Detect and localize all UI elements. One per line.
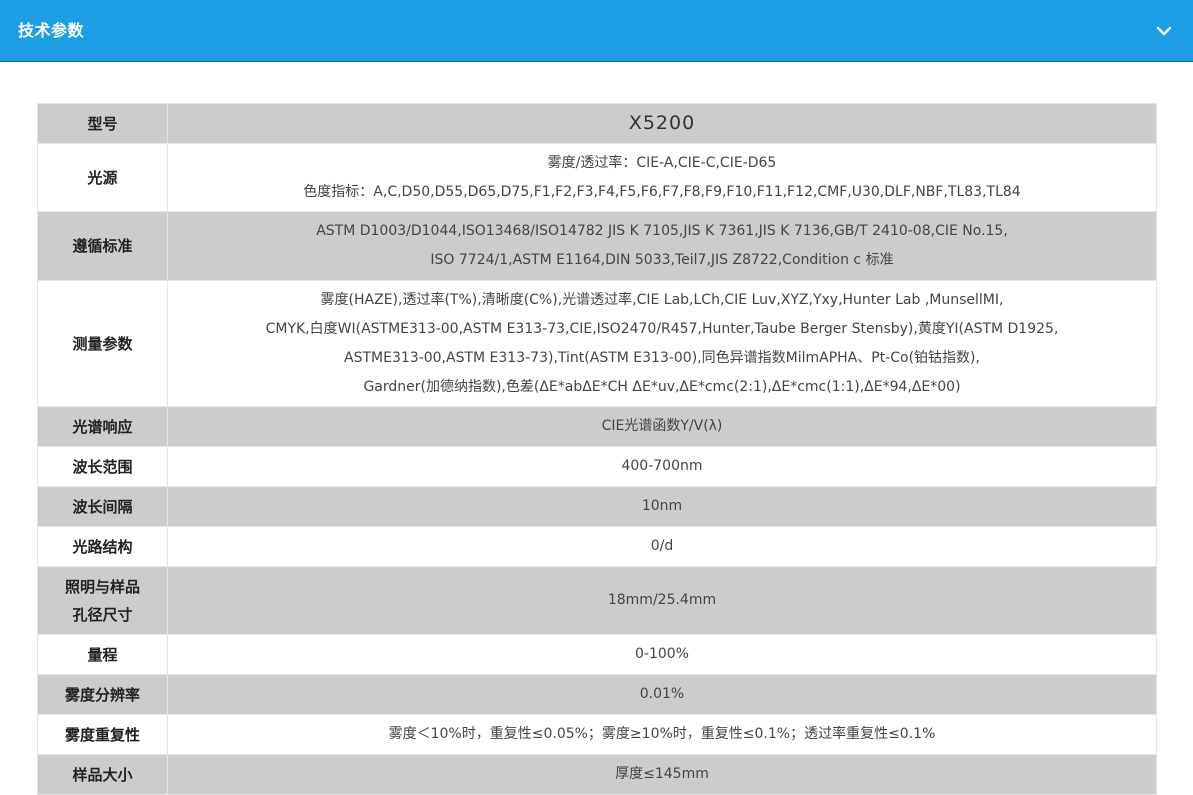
- row-value-optical-geometry: 0/d: [167, 526, 1157, 567]
- value-line: ISO 7724/1,ASTM E1164,DIN 5033,Teil7,JIS…: [430, 252, 894, 268]
- chevron-down-icon[interactable]: [1155, 22, 1173, 40]
- table-row: 遵循标准 ASTM D1003/D1044,ISO13468/ISO14782 …: [37, 211, 1157, 281]
- table-row: 波长范围 400-700nm: [37, 446, 1157, 487]
- row-label-light-source: 光源: [37, 143, 168, 212]
- row-value-wavelength-interval: 10nm: [167, 486, 1157, 527]
- row-value-haze-resolution: 0.01%: [167, 674, 1157, 715]
- row-label-parameters: 测量参数: [37, 280, 168, 407]
- row-value-parameters: 雾度(HAZE),透过率(T%),清晰度(C%),光谱透过率,CIE Lab,L…: [167, 280, 1157, 407]
- table-row: 照明与样品 孔径尺寸 18mm/25.4mm: [37, 566, 1157, 635]
- table-row: 光谱响应 CIE光谱函数Y/V(λ): [37, 406, 1157, 447]
- row-label-wavelength-interval: 波长间隔: [37, 486, 168, 527]
- row-value-light-source: 雾度/透过率：CIE-A,CIE-C,CIE-D65 色度指标：A,C,D50,…: [167, 143, 1157, 212]
- value-line: 雾度(HAZE),透过率(T%),清晰度(C%),光谱透过率,CIE Lab,L…: [320, 291, 1004, 308]
- table-row: 波长间隔 10nm: [37, 486, 1157, 527]
- row-value-standards: ASTM D1003/D1044,ISO13468/ISO14782 JIS K…: [167, 211, 1157, 281]
- value-line: ASTME313-00,ASTM E313-73),Tint(ASTM E313…: [344, 349, 980, 366]
- row-value-aperture: 18mm/25.4mm: [167, 566, 1157, 635]
- value-line: Gardner(加德纳指数),色差(ΔE*abΔE*CH ΔE*uv,ΔE*cm…: [363, 378, 961, 395]
- row-value-haze-repeatability: 雾度＜10%时，重复性≤0.05%；雾度≥10%时，重复性≤0.1%；透过率重复…: [167, 714, 1157, 755]
- row-value-sample-size: 厚度≤145mm: [167, 754, 1157, 795]
- value-line: 雾度＜10%时，重复性≤0.05%；雾度≥10%时，重复性≤0.1%；透过率重复…: [388, 726, 936, 742]
- value-line: 厚度≤145mm: [615, 766, 709, 782]
- value-line: CIE光谱函数Y/V(λ): [601, 418, 723, 434]
- spec-table: 型号 X5200 光源 雾度/透过率：CIE-A,CIE-C,CIE-D65 色…: [37, 103, 1157, 795]
- value-line: X5200: [628, 112, 696, 134]
- value-line: CMYK,白度WI(ASTME313-00,ASTM E313-73,CIE,I…: [265, 320, 1059, 337]
- value-line: 0/d: [650, 538, 674, 554]
- value-line: 18mm/25.4mm: [607, 592, 717, 608]
- table-row: 雾度分辨率 0.01%: [37, 674, 1157, 715]
- row-value-wavelength-range: 400-700nm: [167, 446, 1157, 487]
- row-value-spectral-response: CIE光谱函数Y/V(λ): [167, 406, 1157, 447]
- spec-panel-header[interactable]: 技术参数: [0, 0, 1193, 62]
- label-line: 孔径尺寸: [72, 605, 133, 624]
- row-label-haze-resolution: 雾度分辨率: [37, 674, 168, 715]
- row-label-sample-size: 样品大小: [37, 754, 168, 795]
- table-row: 光路结构 0/d: [37, 526, 1157, 567]
- table-row: 型号 X5200: [37, 103, 1157, 144]
- row-value-model: X5200: [167, 103, 1157, 144]
- row-label-haze-repeatability: 雾度重复性: [37, 714, 168, 755]
- table-row: 光源 雾度/透过率：CIE-A,CIE-C,CIE-D65 色度指标：A,C,D…: [37, 143, 1157, 212]
- value-line: 10nm: [641, 498, 683, 514]
- row-label-range: 量程: [37, 634, 168, 675]
- value-line: 色度指标：A,C,D50,D55,D65,D75,F1,F2,F3,F4,F5,…: [303, 183, 1021, 200]
- value-line: 0-100%: [635, 646, 689, 662]
- value-line: 0.01%: [639, 686, 685, 702]
- row-label-aperture: 照明与样品 孔径尺寸: [37, 566, 168, 635]
- label-line: 照明与样品: [64, 577, 140, 596]
- value-line: 400-700nm: [621, 458, 703, 474]
- value-line: 雾度/透过率：CIE-A,CIE-C,CIE-D65: [547, 154, 777, 171]
- row-label-model: 型号: [37, 103, 168, 144]
- value-line: ASTM D1003/D1044,ISO13468/ISO14782 JIS K…: [316, 223, 1008, 239]
- table-row: 量程 0-100%: [37, 634, 1157, 675]
- table-row: 雾度重复性 雾度＜10%时，重复性≤0.05%；雾度≥10%时，重复性≤0.1%…: [37, 714, 1157, 755]
- row-value-range: 0-100%: [167, 634, 1157, 675]
- row-label-wavelength-range: 波长范围: [37, 446, 168, 487]
- row-label-spectral-response: 光谱响应: [37, 406, 168, 447]
- row-label-optical-geometry: 光路结构: [37, 526, 168, 567]
- row-label-standards: 遵循标准: [37, 211, 168, 281]
- panel-title: 技术参数: [18, 21, 85, 40]
- table-row: 样品大小 厚度≤145mm: [37, 754, 1157, 795]
- table-row: 测量参数 雾度(HAZE),透过率(T%),清晰度(C%),光谱透过率,CIE …: [37, 280, 1157, 407]
